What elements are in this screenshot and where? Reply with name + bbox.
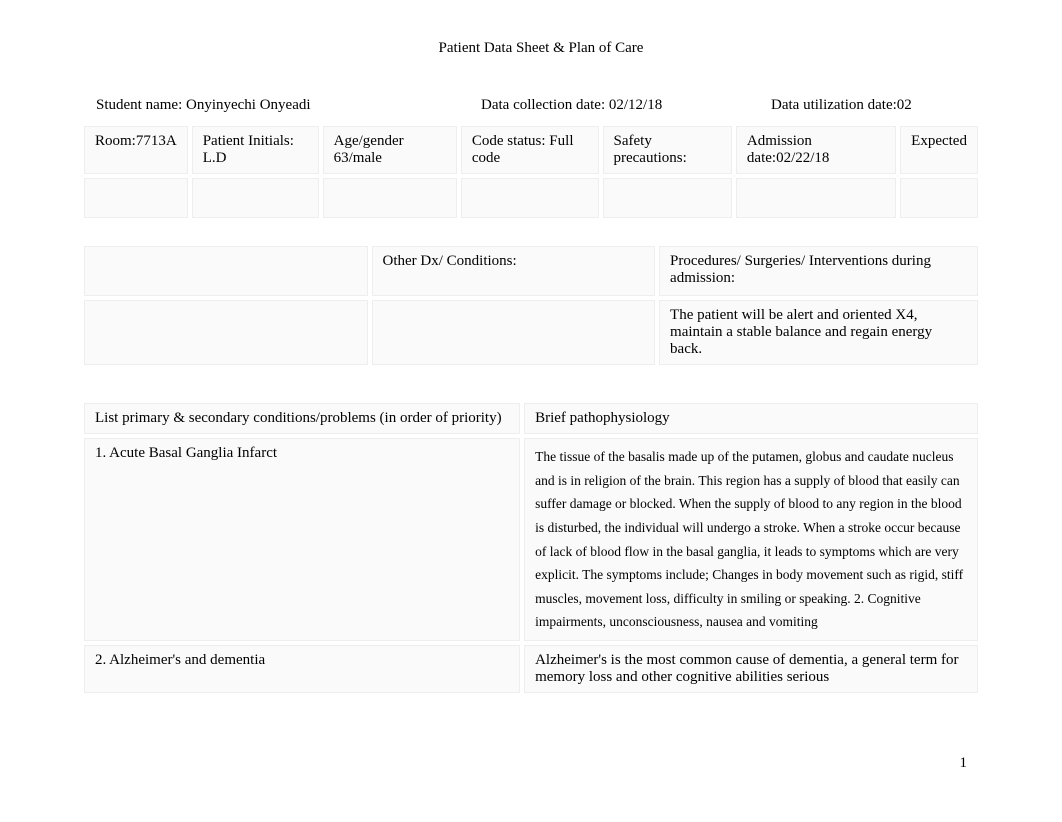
pathophysiology-1: The tissue of the basalis made up of the…	[524, 438, 978, 641]
header-row: Student name: Onyinyechi Onyeadi Data co…	[80, 97, 982, 114]
conditions-pathophysiology-table: List primary & secondary conditions/prob…	[80, 399, 982, 697]
empty-cell	[736, 178, 896, 218]
t2-c1r2	[84, 300, 368, 365]
safety-cell: Safety precautions:	[603, 126, 732, 174]
document-title: Patient Data Sheet & Plan of Care	[100, 40, 982, 57]
conditions-header: List primary & secondary conditions/prob…	[84, 403, 520, 434]
document-page: Patient Data Sheet & Plan of Care Studen…	[0, 0, 1062, 737]
empty-cell	[461, 178, 599, 218]
procedures-header: Procedures/ Surgeries/ Interventions dur…	[659, 246, 978, 296]
patient-info-table: Room:7713A Patient Initials: L.D Age/gen…	[80, 122, 982, 222]
admission-cell: Admission date:02/22/18	[736, 126, 896, 174]
conditions-procedures-table: Other Dx/ Conditions: Procedures/ Surger…	[80, 242, 982, 369]
code-status-cell: Code status: Full code	[461, 126, 599, 174]
initials-cell: Patient Initials: L.D	[192, 126, 319, 174]
other-dx-header: Other Dx/ Conditions:	[372, 246, 656, 296]
empty-cell	[900, 178, 978, 218]
page-number: 1	[960, 755, 968, 772]
data-utilization-date: Data utilization date:02	[771, 97, 966, 114]
empty-cell	[192, 178, 319, 218]
room-cell: Room:7713A	[84, 126, 188, 174]
condition-1: 1. Acute Basal Ganglia Infarct	[84, 438, 520, 641]
patient-goals: The patient will be alert and oriented X…	[659, 300, 978, 365]
t2-c2r2	[372, 300, 656, 365]
pathophysiology-2: Alzheimer's is the most common cause of …	[524, 645, 978, 693]
pathophysiology-header: Brief pathophysiology	[524, 403, 978, 434]
empty-cell	[84, 178, 188, 218]
expected-cell: Expected	[900, 126, 978, 174]
student-name: Student name: Onyinyechi Onyeadi	[96, 97, 481, 114]
condition-2: 2. Alzheimer's and dementia	[84, 645, 520, 693]
empty-cell	[603, 178, 732, 218]
t2-c1r1	[84, 246, 368, 296]
empty-cell	[323, 178, 457, 218]
data-collection-date: Data collection date: 02/12/18	[481, 97, 771, 114]
age-gender-cell: Age/gender 63/male	[323, 126, 457, 174]
